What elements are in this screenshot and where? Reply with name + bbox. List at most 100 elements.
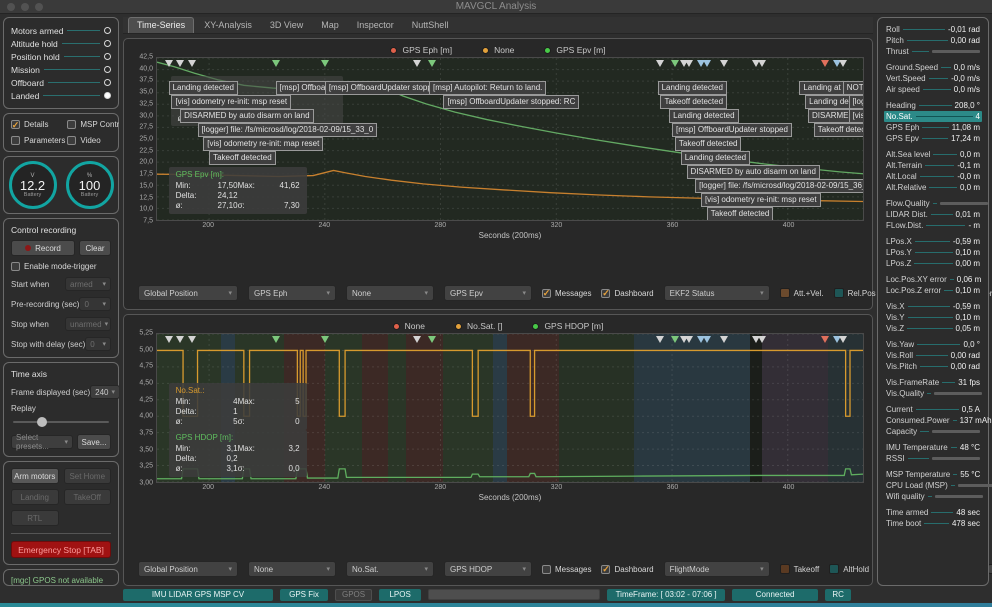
field-select[interactable]: 0▾ bbox=[85, 337, 111, 351]
telemetry-row-alt-local[interactable]: Alt.Local-0,0 m bbox=[884, 171, 982, 182]
telemetry-row-lidar-dist[interactable]: LIDAR Dist.0,01 m bbox=[884, 209, 982, 220]
series-select-gps-hdop[interactable]: GPS HDOP▾ bbox=[444, 561, 532, 577]
enable-mode-trigger-checkbox[interactable]: Enable mode-trigger bbox=[11, 262, 111, 271]
telemetry-row-vis-framerate[interactable]: Vis.FrameRate31 fps bbox=[884, 377, 982, 388]
arm-motors-button[interactable]: Arm motors bbox=[11, 468, 59, 484]
takeoff-button[interactable]: TakeOff bbox=[64, 489, 112, 505]
telemetry-row-loc-pos-z-error[interactable]: Loc.Pos.Z error0,10 m bbox=[884, 285, 982, 296]
telemetry-row-lpos-y[interactable]: LPos.Y0,10 m bbox=[884, 247, 982, 258]
window-minimize-button[interactable] bbox=[21, 3, 29, 11]
telemetry-row-cpu-load-msp[interactable]: CPU Load (MSP) bbox=[884, 480, 982, 491]
record-button-label: Record bbox=[35, 244, 61, 253]
replay-slider[interactable] bbox=[13, 416, 109, 428]
telemetry-row-roll[interactable]: Roll-0,01 rad bbox=[884, 24, 982, 35]
telemetry-row-pitch[interactable]: Pitch0,00 rad bbox=[884, 35, 982, 46]
series-select-global-position[interactable]: Global Position▾ bbox=[138, 285, 238, 301]
telemetry-row-time-armed[interactable]: Time armed48 sec bbox=[884, 507, 982, 518]
series-select-flightmode[interactable]: FlightMode▾ bbox=[664, 561, 770, 577]
field-select[interactable]: 0▾ bbox=[79, 297, 111, 311]
checkbox-messages[interactable]: ✓Messages bbox=[542, 289, 591, 298]
chart-plot-area[interactable]: GPS Epv [m]:Min:17,50Max:41,62Delta:24,1… bbox=[156, 57, 864, 221]
save-preset-button[interactable]: Save... bbox=[77, 434, 111, 450]
window-close-button[interactable] bbox=[7, 3, 15, 11]
telemetry-row-gps-eph[interactable]: GPS Eph11,08 m bbox=[884, 122, 982, 133]
telemetry-label: LPos.Y bbox=[886, 248, 912, 257]
telemetry-row-flow-quality[interactable]: Flow.Quality bbox=[884, 198, 982, 209]
checkbox-dashboard[interactable]: ✓Dashboard bbox=[601, 565, 653, 574]
series-select-none[interactable]: None▾ bbox=[346, 285, 434, 301]
chart-controls: Global Position▾ GPS Eph▾ None▾ GPS Epv▾ ✓Me… bbox=[132, 282, 864, 304]
tab-3d-view[interactable]: 3D View bbox=[262, 18, 311, 33]
presets-select[interactable]: Select presets... ▾ bbox=[11, 435, 73, 449]
time-axis-title: Time axis bbox=[11, 369, 111, 379]
telemetry-row-ground-speed[interactable]: Ground.Speed0,0 m/s bbox=[884, 62, 982, 73]
series-select-global-position[interactable]: Global Position▾ bbox=[138, 561, 238, 577]
telemetry-row-vis-pitch[interactable]: Vis.Pitch0,00 rad bbox=[884, 361, 982, 372]
series-select-none[interactable]: None▾ bbox=[248, 561, 336, 577]
mode-filter-takeoff[interactable]: Takeoff bbox=[780, 564, 820, 574]
telemetry-row-air-speed[interactable]: Air speed0,0 m/s bbox=[884, 84, 982, 95]
record-button[interactable]: Record bbox=[11, 240, 75, 256]
mode-filter-rel-pos[interactable]: Rel.Pos bbox=[834, 288, 876, 298]
telemetry-row-msp-temperature[interactable]: MSP Temperature55 °C bbox=[884, 469, 982, 480]
telemetry-row-time-boot[interactable]: Time boot478 sec bbox=[884, 518, 982, 529]
tab-inspector[interactable]: Inspector bbox=[349, 18, 402, 33]
telemetry-row-alt-sea-level[interactable]: Alt.Sea level0,0 m bbox=[884, 149, 982, 160]
telemetry-row-alt-relative[interactable]: Alt.Relative0,0 m bbox=[884, 182, 982, 193]
telemetry-row-vis-x[interactable]: Vis.X-0,59 m bbox=[884, 301, 982, 312]
tab-xy-analysis[interactable]: XY-Analysis bbox=[196, 18, 260, 33]
clear-button[interactable]: Clear bbox=[79, 240, 111, 256]
telemetry-row-loc-pos-xy-error[interactable]: Loc.Pos.XY error0,06 m bbox=[884, 274, 982, 285]
series-select-no-sat[interactable]: No.Sat.▾ bbox=[346, 561, 434, 577]
checkbox-msp-control[interactable]: MSP Control bbox=[67, 120, 119, 129]
tab-nuttshell[interactable]: NuttShell bbox=[404, 18, 457, 33]
telemetry-row-vis-z[interactable]: Vis.Z0,05 m bbox=[884, 323, 982, 334]
checkbox-video[interactable]: Video bbox=[67, 136, 119, 145]
frame-displayed-select[interactable]: 240 ▾ bbox=[90, 385, 119, 399]
telemetry-row-vis-roll[interactable]: Vis.Roll0,00 rad bbox=[884, 350, 982, 361]
field-select[interactable]: unarmed▾ bbox=[65, 317, 111, 331]
tab-map[interactable]: Map bbox=[313, 18, 347, 33]
telemetry-row-thrust[interactable]: Thrust bbox=[884, 46, 982, 57]
series-select-gps-epv[interactable]: GPS Epv▾ bbox=[444, 285, 532, 301]
chart-plot-area[interactable]: No.Sat.:Min:4Max:5Delta:1ø:5σ:0GPS HDOP … bbox=[156, 333, 864, 483]
series-select-gps-eph[interactable]: GPS Eph▾ bbox=[248, 285, 336, 301]
window-zoom-button[interactable] bbox=[35, 3, 43, 11]
checkbox-messages[interactable]: Messages bbox=[542, 565, 591, 574]
telemetry-row-alt-terrain[interactable]: Alt.Terrain-0,1 m bbox=[884, 160, 982, 171]
slider-thumb[interactable] bbox=[37, 417, 47, 427]
telemetry-row-vert-speed[interactable]: Vert.Speed-0,0 m/s bbox=[884, 73, 982, 84]
telemetry-row-imu-temperature[interactable]: IMU Temperature48 °C bbox=[884, 442, 982, 453]
field-select[interactable]: armed▾ bbox=[65, 277, 111, 291]
telemetry-row-vis-yaw[interactable]: Vis.Yaw0,0 ° bbox=[884, 339, 982, 350]
telemetry-row-no-sat[interactable]: No.Sat.4 bbox=[884, 111, 982, 122]
checkbox-details[interactable]: ✓Details bbox=[11, 120, 65, 129]
mode-filter-att-vel[interactable]: Att.+Vel. bbox=[780, 288, 824, 298]
telemetry-row-consumed-power[interactable]: Consumed.Power137 mAh bbox=[884, 415, 982, 426]
telemetry-row-wifi-quality[interactable]: Wifi quality bbox=[884, 491, 982, 502]
telemetry-row-current[interactable]: Current0,5 A bbox=[884, 404, 982, 415]
emergency-stop-button[interactable]: Emergency Stop [TAB] bbox=[11, 541, 111, 558]
checkbox-dashboard[interactable]: ✓Dashboard bbox=[601, 289, 653, 298]
telemetry-row-heading[interactable]: Heading208,0 ° bbox=[884, 100, 982, 111]
save-button-label: Save... bbox=[82, 438, 107, 447]
telemetry-row-gps-epv[interactable]: GPS Epv17,24 m bbox=[884, 133, 982, 144]
checkbox-parameters[interactable]: Parameters bbox=[11, 136, 65, 145]
x-axis-title: Seconds (200ms) bbox=[156, 493, 864, 504]
landing-button[interactable]: Landing bbox=[11, 489, 59, 505]
y-axis: 3,003,253,503,754,004,254,504,755,005,25 bbox=[132, 333, 156, 483]
telemetry-row-capacity[interactable]: Capacity bbox=[884, 426, 982, 437]
tab-time-series[interactable]: Time-Series bbox=[128, 17, 194, 33]
mode-filter-althold[interactable]: AltHold bbox=[829, 564, 869, 574]
telemetry-row-lpos-x[interactable]: LPos.X-0,59 m bbox=[884, 236, 982, 247]
rtl-button[interactable]: RTL bbox=[11, 510, 59, 526]
telemetry-row-vis-quality[interactable]: Vis.Quality bbox=[884, 388, 982, 399]
telemetry-row-rssi[interactable]: RSSI bbox=[884, 453, 982, 464]
telemetry-row-flow-dist[interactable]: FLow.Dist.- m bbox=[884, 220, 982, 231]
info-box-title: No.Sat.: bbox=[176, 386, 300, 395]
series-select-ekf2-status[interactable]: EKF2 Status▾ bbox=[664, 285, 770, 301]
telemetry-row-lpos-z[interactable]: LPos.Z0,00 m bbox=[884, 258, 982, 269]
telemetry-row-vis-y[interactable]: Vis.Y0,10 m bbox=[884, 312, 982, 323]
battery-gauge: %100Battery bbox=[66, 161, 114, 209]
set-home-button[interactable]: Set Home bbox=[64, 468, 112, 484]
